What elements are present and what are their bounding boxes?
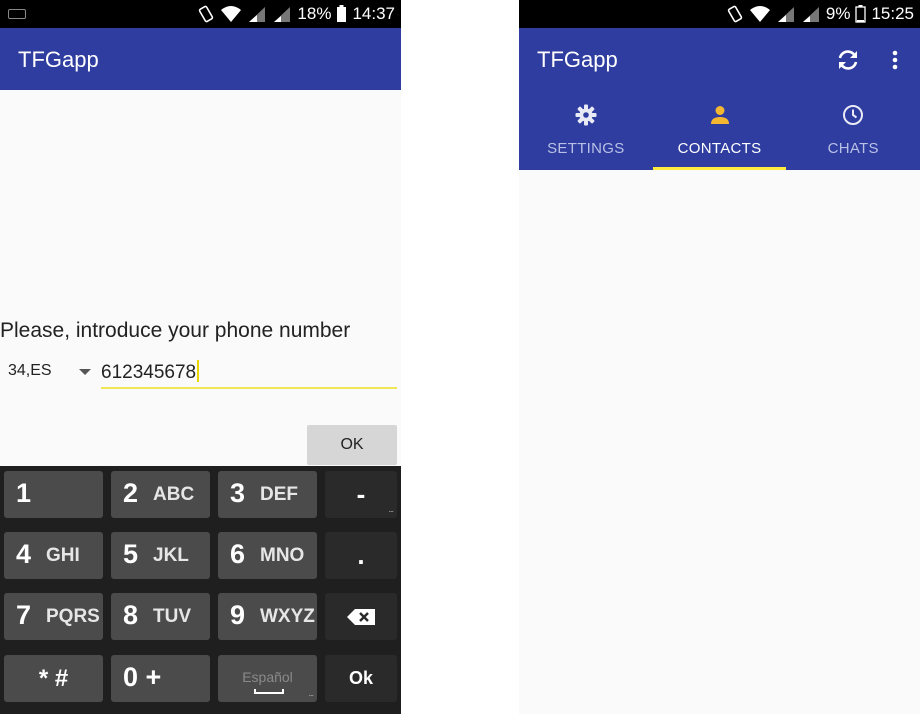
status-bar: 9% 15:25: [519, 0, 920, 28]
key-letters: JKL: [153, 545, 189, 566]
phone-number-value: 612345678: [101, 362, 197, 383]
refresh-button[interactable]: [834, 46, 862, 74]
ok-button[interactable]: OK: [307, 425, 397, 465]
key-star-hash[interactable]: * #: [4, 655, 103, 702]
clock-time: 14:37: [352, 4, 395, 23]
backspace-icon: [347, 608, 375, 625]
key-digit: 8: [123, 600, 139, 630]
app-title: TFGapp: [18, 47, 99, 72]
tab-label: CHATS: [827, 140, 879, 157]
key-space[interactable]: Español ...: [218, 655, 317, 702]
battery-icon: [855, 5, 867, 23]
overflow-menu-button[interactable]: [881, 46, 909, 74]
key-ok[interactable]: Ok: [325, 655, 397, 702]
key-3[interactable]: 3 DEF: [218, 471, 317, 518]
phone-screen-login: 18% 14:37 TFGapp Please, introduce your …: [0, 0, 401, 714]
key-0[interactable]: 0 +: [111, 655, 210, 702]
country-code-value: 34,ES: [8, 362, 52, 379]
tab-label: SETTINGS: [547, 140, 625, 157]
rotation-lock-icon: [199, 5, 214, 23]
key-2[interactable]: 2 ABC: [111, 471, 210, 518]
key-label: .: [357, 540, 365, 570]
clock-icon: [843, 105, 864, 125]
key-backspace[interactable]: [325, 593, 397, 640]
key-digit: 6: [230, 539, 246, 569]
key-6[interactable]: 6 MNO: [218, 532, 317, 579]
tab-bar: SETTINGS CONTACTS CHATS: [519, 90, 920, 170]
key-letters: DEF: [260, 484, 298, 505]
keyboard-language-label: Español: [242, 669, 293, 685]
key-9[interactable]: 9 WXYZ: [218, 593, 317, 640]
app-title: TFGapp: [537, 47, 618, 72]
contacts-list: [519, 170, 920, 714]
tab-label: CONTACTS: [677, 140, 762, 157]
battery-percent: 9%: [825, 4, 851, 23]
tab-chats[interactable]: CHATS: [786, 90, 920, 170]
key-dot[interactable]: .: [325, 532, 397, 579]
key-digit: 7: [16, 600, 32, 630]
key-4[interactable]: 4 GHI: [4, 532, 103, 579]
signal-icon: [249, 7, 266, 22]
key-digit: 9: [230, 600, 246, 630]
more-vert-icon: [892, 50, 898, 70]
phone-entry-form: Please, introduce your phone number 34,E…: [0, 90, 401, 466]
more-options-dots: ...: [388, 504, 393, 514]
battery-percent: 18%: [297, 4, 332, 23]
key-letters: ABC: [153, 484, 195, 505]
gear-icon: [575, 104, 597, 126]
key-letters: PQRS: [46, 606, 100, 627]
key-letters: TUV: [153, 606, 191, 627]
tab-contacts[interactable]: CONTACTS: [652, 90, 787, 170]
key-8[interactable]: 8 TUV: [111, 593, 210, 640]
key-digit: 2: [123, 478, 139, 508]
key-label: Ok: [348, 668, 373, 688]
rotation-lock-icon: [727, 5, 743, 23]
key-dash[interactable]: - ...: [325, 471, 397, 518]
key-letters: GHI: [46, 545, 80, 566]
battery-icon: [337, 5, 347, 22]
wifi-icon: [749, 6, 770, 22]
key-label: 0 +: [123, 662, 162, 692]
spacebar-icon: [254, 689, 284, 694]
app-bar: TFGapp: [0, 28, 401, 90]
key-letters: MNO: [260, 545, 305, 566]
phone-screen-main: 9% 15:25 TFGapp SETTINGS CONTACTS CHATS: [519, 0, 920, 714]
signal-icon-2: [274, 7, 291, 22]
signal-icon-2: [802, 7, 819, 22]
phone-prompt: Please, introduce your phone number: [0, 319, 351, 342]
clock-time: 15:25: [871, 4, 914, 23]
key-5[interactable]: 5 JKL: [111, 532, 210, 579]
refresh-icon: [838, 50, 858, 70]
key-label: * #: [38, 664, 69, 692]
tab-settings[interactable]: SETTINGS: [519, 90, 653, 170]
key-label: -: [356, 479, 366, 509]
more-options-dots: ...: [308, 688, 313, 698]
key-letters: WXYZ: [260, 606, 315, 627]
text-cursor: [197, 360, 200, 382]
person-icon: [710, 106, 729, 124]
keyboard-indicator-icon: [8, 9, 26, 19]
app-bar: TFGapp: [519, 28, 920, 170]
key-7[interactable]: 7 PQRS: [4, 593, 103, 640]
key-1[interactable]: 1: [4, 471, 103, 518]
key-digit: 3: [230, 478, 246, 508]
key-digit: 5: [123, 539, 139, 569]
numeric-keyboard: 1 2 ABC 3 DEF - ... 4 GHI 5 JKL 6 MNO .: [0, 466, 401, 714]
key-digit: 1: [16, 478, 32, 508]
key-digit: 4: [16, 539, 32, 569]
country-code-select[interactable]: 34,ES: [8, 358, 96, 388]
wifi-icon: [221, 6, 242, 22]
status-bar: 18% 14:37: [0, 0, 401, 28]
signal-icon: [777, 7, 794, 22]
dropdown-arrow-icon: [79, 369, 91, 375]
phone-number-input[interactable]: 612345678: [101, 356, 397, 389]
